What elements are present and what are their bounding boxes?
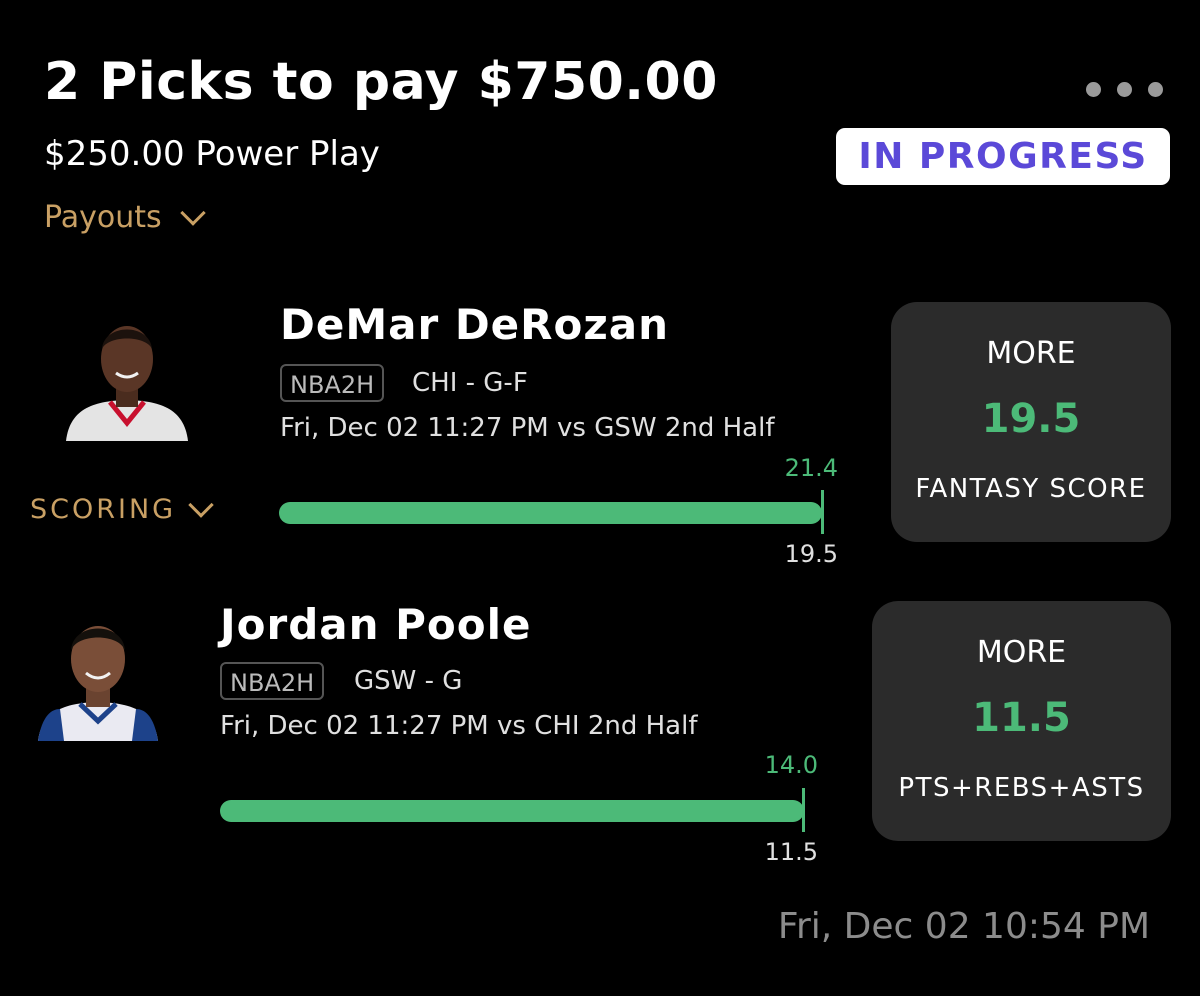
projection-line: 19.5 [981, 396, 1081, 442]
league-tag: NBA2H [220, 662, 325, 700]
stat-type: FANTASY SCORE [915, 474, 1147, 504]
current-value: 21.4 [784, 454, 838, 482]
entry-subtitle: $250.00 Power Play [44, 134, 380, 174]
line-marker [802, 788, 805, 832]
player-avatar [56, 305, 198, 441]
more-dot-icon [1086, 82, 1101, 97]
game-info: Fri, Dec 02 11:27 PM vs CHI 2nd Half [220, 711, 698, 741]
line-value: 11.5 [764, 838, 818, 866]
stat-type: PTS+REBS+ASTS [898, 773, 1145, 803]
payouts-toggle[interactable]: Payouts [44, 199, 206, 235]
pick-direction: MORE [976, 635, 1067, 670]
chevron-down-icon [179, 199, 206, 226]
current-value: 14.0 [764, 751, 818, 779]
player-name: DeMar DeRozan [280, 300, 670, 349]
chevron-down-icon [188, 491, 214, 518]
projection-card[interactable]: MORE 19.5 FANTASY SCORE [891, 302, 1171, 542]
progress-bar [279, 502, 822, 524]
team-position: CHI - G-F [412, 368, 528, 398]
scoring-label: SCORING [30, 494, 177, 525]
more-dot-icon [1148, 82, 1163, 97]
scoring-toggle[interactable]: SCORING [30, 491, 214, 525]
line-marker [821, 490, 824, 534]
entry-title: 2 Picks to pay $750.00 [44, 52, 718, 112]
line-value: 19.5 [784, 540, 838, 568]
projection-card[interactable]: MORE 11.5 PTS+REBS+ASTS [872, 601, 1171, 841]
team-position: GSW - G [354, 666, 463, 696]
player-avatar [28, 605, 168, 741]
league-tag: NBA2H [280, 364, 385, 402]
progress-bar [220, 800, 804, 822]
status-badge: IN PROGRESS [836, 128, 1170, 185]
projection-line: 11.5 [972, 695, 1071, 741]
entry-timestamp: Fri, Dec 02 10:54 PM [777, 906, 1150, 947]
game-info: Fri, Dec 02 11:27 PM vs GSW 2nd Half [280, 413, 775, 443]
player-name: Jordan Poole [220, 600, 532, 649]
pick-direction: MORE [986, 336, 1076, 371]
payouts-label: Payouts [44, 200, 162, 235]
more-options-button[interactable] [1086, 82, 1166, 100]
more-dot-icon [1117, 82, 1132, 97]
